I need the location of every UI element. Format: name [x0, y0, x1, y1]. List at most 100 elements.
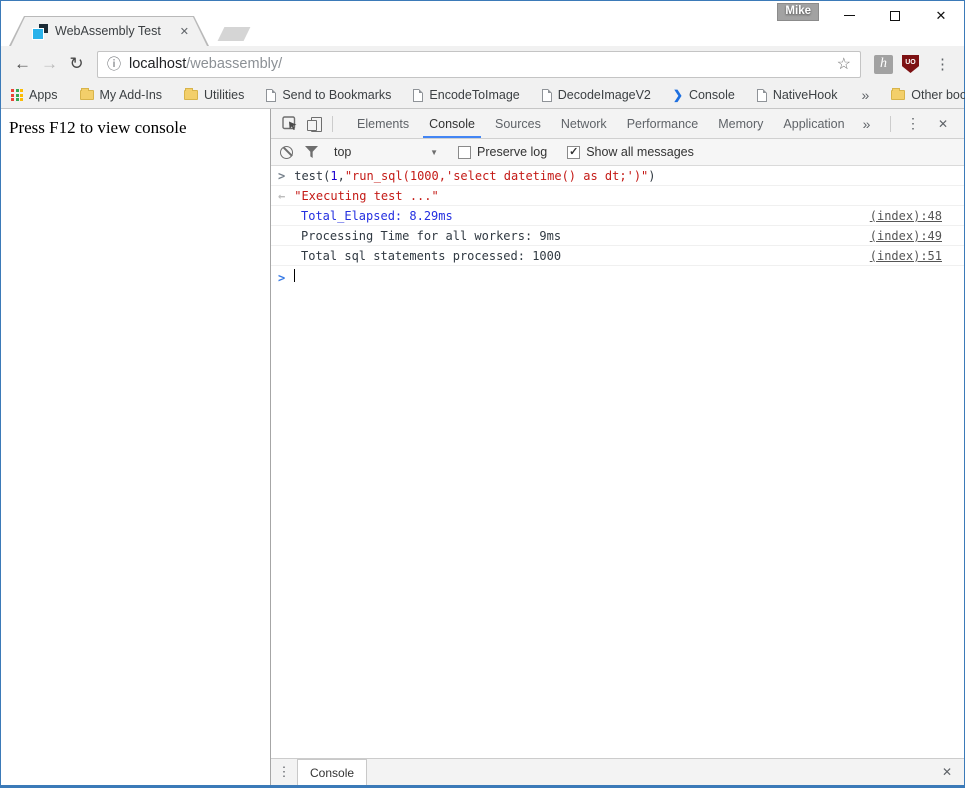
devtools-drawer: ⋮ Console ✕ — [271, 758, 964, 785]
console-prompt[interactable]: > — [271, 266, 964, 287]
page-icon — [266, 89, 276, 102]
ublock-shield-icon[interactable]: UO — [902, 55, 919, 73]
blue-chevron-icon: ❯ — [673, 88, 683, 102]
clear-console-icon[interactable] — [280, 146, 293, 159]
apps-label: Apps — [29, 88, 58, 102]
new-tab-button[interactable] — [218, 27, 251, 41]
log-text: Processing Time for all workers: 9ms — [301, 229, 561, 243]
console-filter-bar: top ▼ ✓ Preserve log ✓ Show all messages — [271, 139, 964, 166]
show-all-messages-checkbox[interactable]: ✓ — [567, 146, 580, 159]
show-all-messages-label[interactable]: Show all messages — [586, 145, 694, 159]
browser-window: WebAssembly Test ✕ Mike ✕ ← → ↻ ⓘ localh… — [0, 0, 965, 788]
result-arrow-icon: ← — [278, 189, 285, 203]
prompt-chevron-icon: > — [278, 271, 285, 285]
bookmark-send-to-bookmarks[interactable]: Send to Bookmarks — [266, 88, 391, 102]
log-text: Total_Elapsed: 8.29ms — [301, 209, 453, 223]
browser-menu-icon[interactable]: ⋮ — [929, 55, 956, 73]
result-text: "Executing test ..." — [294, 189, 439, 203]
other-bookmarks[interactable]: Other bookmarks — [891, 88, 965, 102]
bookmark-label: DecodeImageV2 — [558, 88, 651, 102]
page-icon — [757, 89, 767, 102]
preserve-log-checkbox[interactable]: ✓ — [458, 146, 471, 159]
bookmark-label: Console — [689, 88, 735, 102]
content-area: Press F12 to view console Elements Conso… — [1, 109, 964, 785]
folder-icon — [184, 90, 198, 100]
close-window-button[interactable]: ✕ — [918, 1, 964, 30]
minimize-icon — [844, 15, 855, 16]
bookmark-star-icon[interactable]: ☆ — [837, 54, 851, 74]
web-page: Press F12 to view console — [1, 109, 271, 785]
other-bookmarks-label: Other bookmarks — [911, 88, 965, 102]
url-path: /webassembly/ — [186, 56, 282, 72]
page-text: Press F12 to view console — [9, 118, 187, 137]
command-text: test(1,"run_sql(1000,'select datetime() … — [294, 169, 655, 183]
device-toolbar-button[interactable] — [302, 112, 326, 136]
console-log-row: Processing Time for all workers: 9ms (in… — [271, 226, 964, 246]
drawer-tab-console[interactable]: Console — [297, 759, 367, 785]
inspect-cursor-icon — [282, 116, 299, 131]
page-info-icon[interactable]: ⓘ — [107, 54, 121, 74]
browser-tab[interactable]: WebAssembly Test ✕ — [9, 16, 209, 46]
source-link[interactable]: (index):51 — [858, 249, 942, 263]
devtools-panel: Elements Console Sources Network Perform… — [271, 109, 964, 785]
tab-network[interactable]: Network — [551, 109, 617, 138]
tab-application[interactable]: Application — [773, 109, 854, 138]
tab-favicon-icon — [33, 24, 48, 39]
apps-shortcut[interactable]: Apps — [11, 88, 58, 102]
maximize-icon — [890, 11, 900, 21]
preserve-log-label[interactable]: Preserve log — [477, 145, 547, 159]
command-chevron-icon: > — [278, 169, 285, 183]
inspect-element-button[interactable] — [278, 112, 302, 136]
drawer-menu-icon[interactable]: ⋮ — [271, 759, 297, 785]
bookmark-decodeimagev2[interactable]: DecodeImageV2 — [542, 88, 651, 102]
console-result-row: ← "Executing test ..." — [271, 186, 964, 206]
tab-performance[interactable]: Performance — [617, 109, 709, 138]
bookmark-utilities[interactable]: Utilities — [184, 88, 244, 102]
devtools-close-icon[interactable]: ✕ — [929, 117, 957, 131]
maximize-button[interactable] — [872, 1, 918, 30]
context-value: top — [334, 145, 351, 159]
tab-strip: WebAssembly Test ✕ Mike ✕ — [1, 1, 964, 46]
tab-memory[interactable]: Memory — [708, 109, 773, 138]
console-log-row: Total sql statements processed: 1000 (in… — [271, 246, 964, 266]
console-command-row: > test(1,"run_sql(1000,'select datetime(… — [271, 166, 964, 186]
bookmark-nativehook[interactable]: NativeHook — [757, 88, 838, 102]
minimize-button[interactable] — [826, 1, 872, 30]
device-toolbar-icon — [307, 117, 322, 131]
log-text: Total sql statements processed: 1000 — [301, 249, 561, 263]
tab-sources[interactable]: Sources — [485, 109, 551, 138]
console-output[interactable]: > test(1,"run_sql(1000,'select datetime(… — [271, 166, 964, 758]
drawer-close-icon[interactable]: ✕ — [930, 759, 964, 785]
toolbar-separator — [890, 116, 891, 132]
page-icon — [413, 89, 423, 102]
devtools-menu-icon[interactable]: ⋮ — [897, 115, 929, 132]
page-icon — [542, 89, 552, 102]
bookmarks-overflow-icon[interactable]: » — [861, 87, 869, 103]
extension-h-icon[interactable]: h — [874, 55, 893, 74]
filter-icon[interactable] — [305, 146, 318, 158]
bookmark-my-add-ins[interactable]: My Add-Ins — [80, 88, 163, 102]
address-bar[interactable]: ⓘ localhost/webassembly/ ☆ — [97, 51, 861, 78]
folder-icon — [80, 90, 94, 100]
source-link[interactable]: (index):49 — [858, 229, 942, 243]
tab-elements[interactable]: Elements — [347, 109, 419, 138]
tab-close-icon[interactable]: ✕ — [180, 25, 189, 38]
devtools-toolbar: Elements Console Sources Network Perform… — [271, 109, 964, 139]
refresh-button[interactable]: ↻ — [63, 51, 90, 78]
back-button[interactable]: ← — [9, 51, 36, 78]
source-link[interactable]: (index):48 — [858, 209, 942, 223]
tabs-overflow-icon[interactable]: » — [855, 116, 879, 132]
toolbar-separator — [332, 116, 333, 132]
devtools-tabs: Elements Console Sources Network Perform… — [347, 109, 878, 138]
drawer-tab-label: Console — [310, 766, 354, 780]
tab-console[interactable]: Console — [419, 109, 485, 138]
apps-grid-icon — [11, 89, 23, 101]
navigation-toolbar: ← → ↻ ⓘ localhost/webassembly/ ☆ h UO ⋮ — [1, 46, 964, 82]
bookmark-console[interactable]: ❯ Console — [673, 88, 735, 102]
bookmark-encodetoimage[interactable]: EncodeToImage — [413, 88, 519, 102]
url-text[interactable]: localhost/webassembly/ — [129, 56, 829, 72]
profile-badge[interactable]: Mike — [777, 3, 819, 21]
bookmarks-bar: Apps My Add-Ins Utilities Send to Bookma… — [1, 82, 964, 109]
execution-context-select[interactable]: top ▼ — [334, 145, 438, 159]
url-host: localhost — [129, 56, 186, 72]
